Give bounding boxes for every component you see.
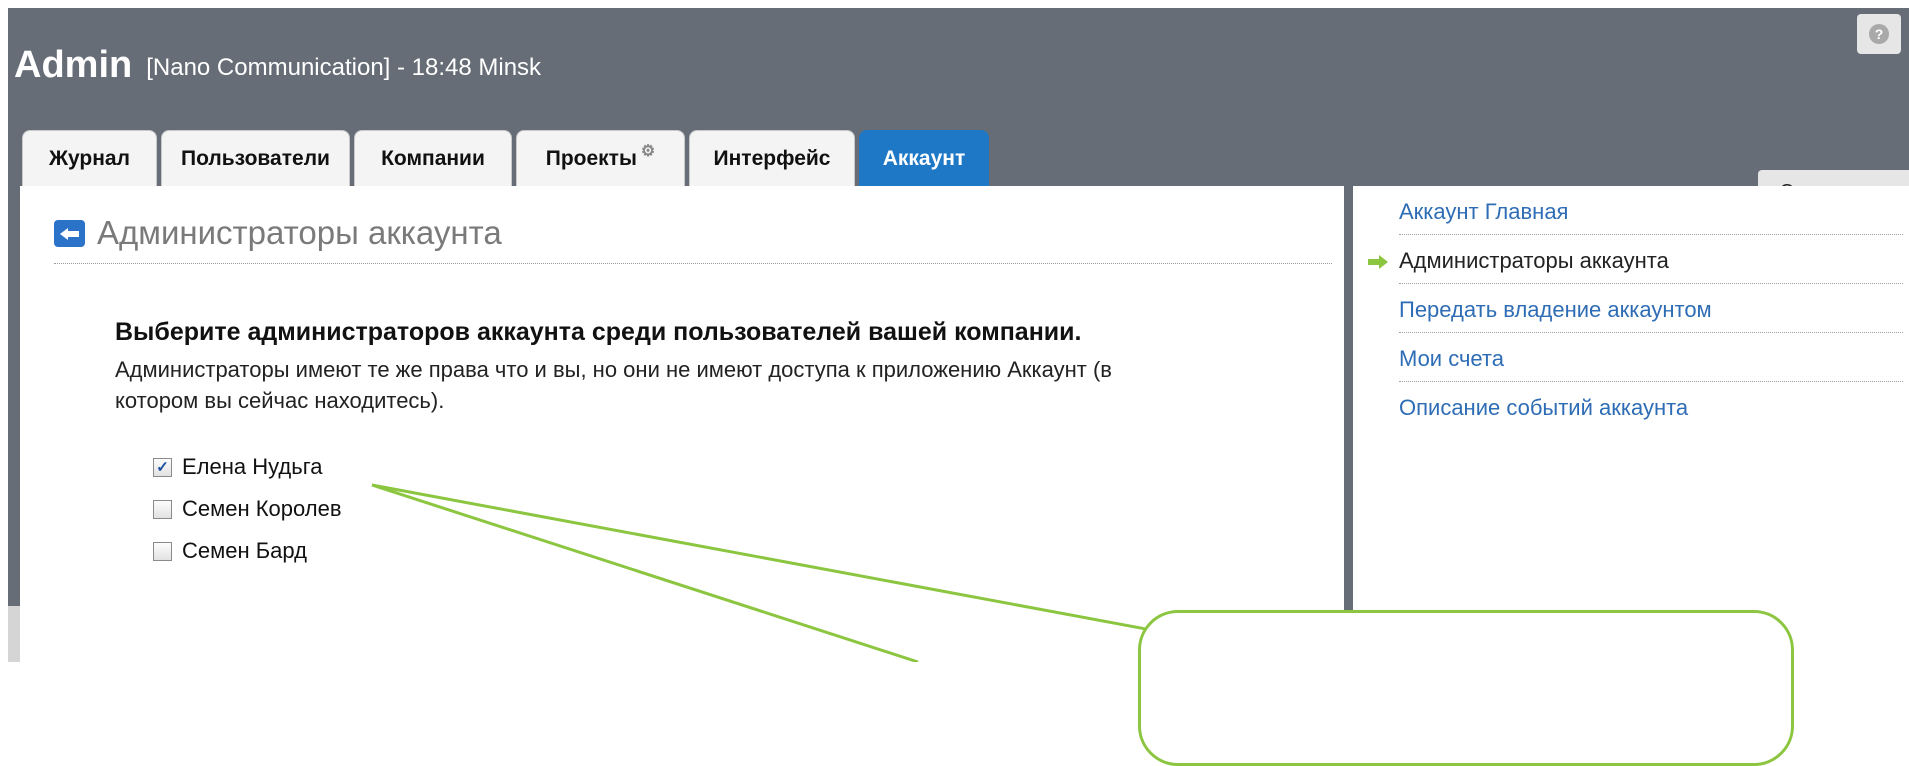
callout-bubble — [1138, 610, 1794, 766]
callout-lines — [371, 483, 1206, 662]
callout-line — [371, 483, 919, 662]
callout-line — [371, 483, 1206, 642]
